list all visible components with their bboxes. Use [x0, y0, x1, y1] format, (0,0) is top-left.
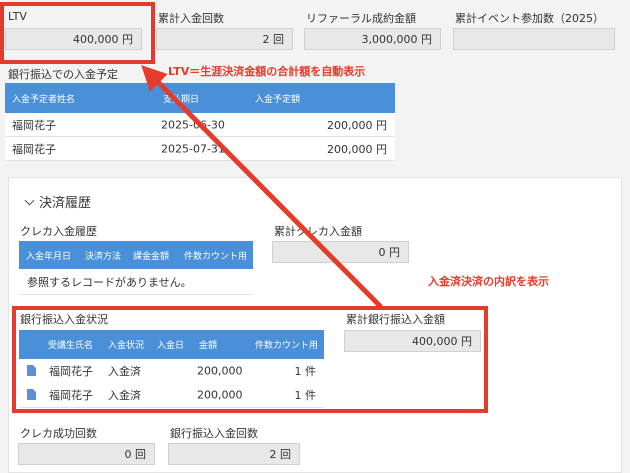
ltv-note: LTV＝生涯決済金額の合計額を自動表示	[168, 65, 366, 78]
breakdown-note: 入金済決済の内訳を表示	[428, 275, 549, 288]
arrow-line	[141, 65, 383, 309]
